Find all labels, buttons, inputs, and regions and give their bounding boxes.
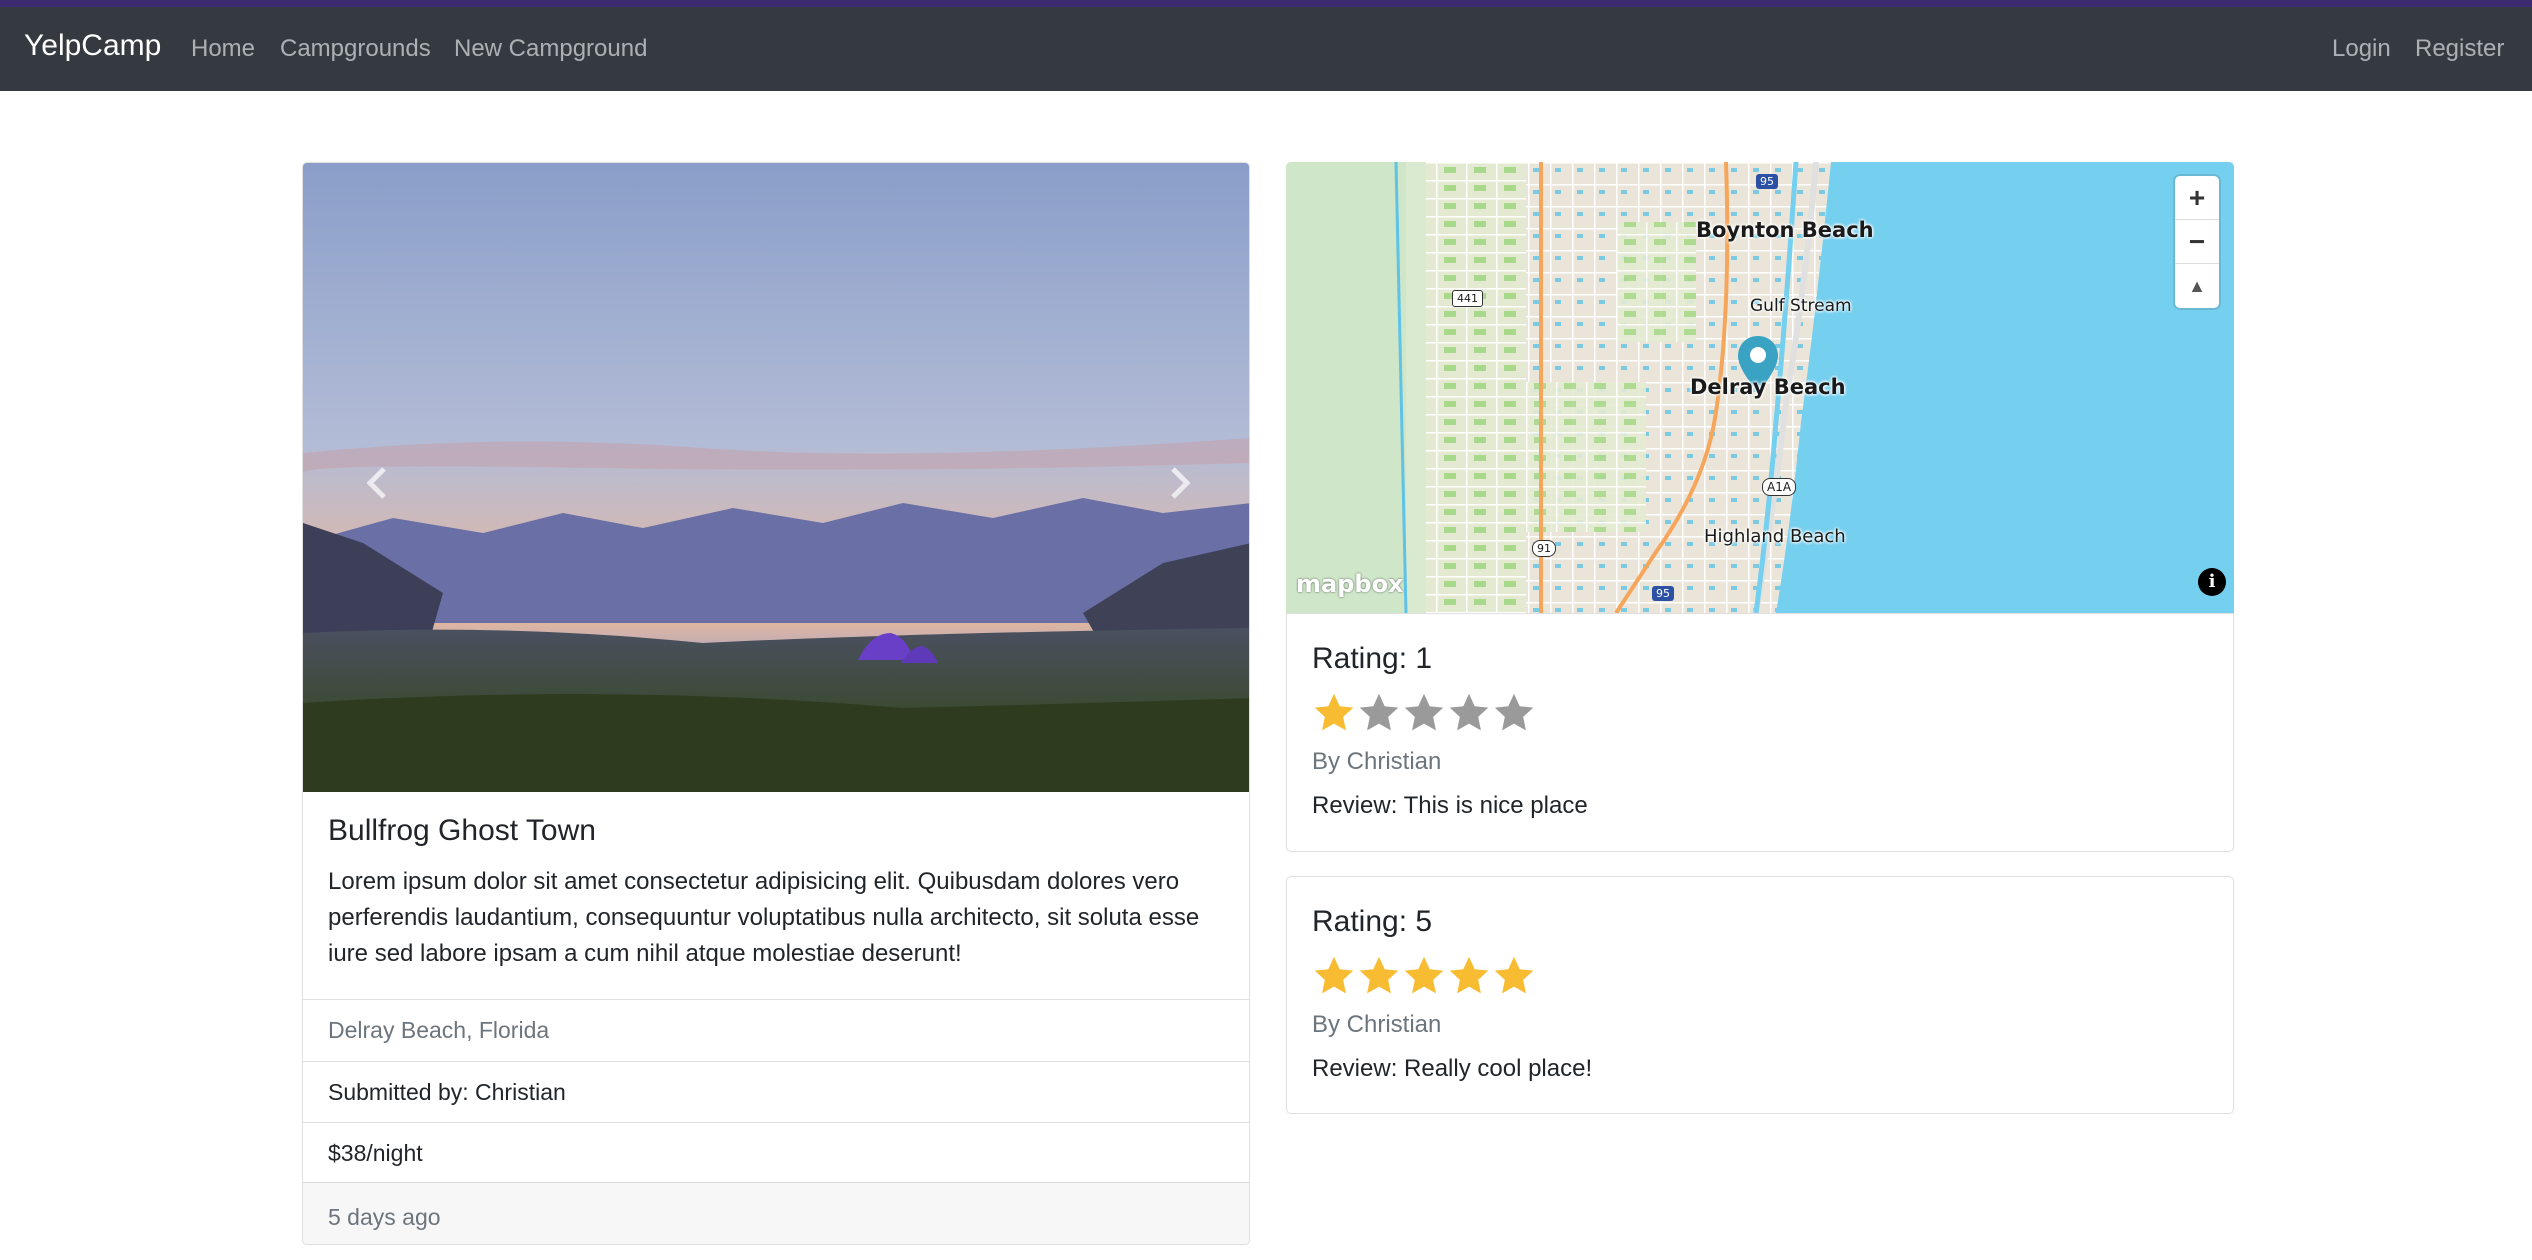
review-text: Review: This is nice place (1312, 792, 1588, 819)
map-label-highland-beach: Highland Beach (1704, 526, 1846, 547)
star-icon (1494, 956, 1534, 994)
carousel-next-button[interactable] (1149, 453, 1209, 513)
campground-card: Bullfrog Ghost Town Lorem ipsum dolor si… (302, 162, 1250, 1245)
nav-link-login[interactable]: Login (2332, 35, 2391, 63)
map-compass-button[interactable]: ▲ (2175, 264, 2219, 308)
review-card: Rating: 1 By Christian Review: This is n… (1286, 613, 2234, 852)
highway-shield-a1a: A1A (1762, 478, 1797, 496)
campground-submitted-by: Submitted by: Christian (303, 1061, 1249, 1122)
review-rating-title: Rating: 1 (1312, 642, 1433, 675)
star-icon (1314, 693, 1354, 731)
review-star-rating (1312, 690, 1537, 738)
top-accent-stripe (0, 0, 2532, 7)
review-author: By Christian (1312, 1011, 1442, 1038)
campground-title: Bullfrog Ghost Town (328, 814, 596, 847)
map-label-boynton-beach: Boynton Beach (1696, 218, 1874, 242)
star-icon (1449, 956, 1489, 994)
campground-location: Delray Beach, Florida (303, 999, 1249, 1061)
star-icon (1359, 693, 1399, 731)
chevron-left-icon (366, 467, 386, 499)
star-icon (1314, 956, 1354, 994)
location-map[interactable]: Boynton Beach Gulf Stream Delray Beach H… (1286, 162, 2234, 613)
campground-photo (303, 163, 1249, 792)
star-icon (1494, 693, 1534, 731)
star-icon (1359, 956, 1399, 994)
highway-shield-95-south: 95 (1652, 586, 1674, 601)
review-author: By Christian (1312, 748, 1442, 775)
campground-description: Lorem ipsum dolor sit amet consectetur a… (328, 868, 1200, 967)
map-attribution-info-icon[interactable]: i (2198, 568, 2226, 596)
star-icon (1449, 693, 1489, 731)
campground-price: $38/night (303, 1122, 1249, 1182)
star-icon (1404, 693, 1444, 731)
highway-shield-95-north: 95 (1756, 174, 1778, 189)
nav-link-home[interactable]: Home (191, 35, 255, 63)
star-icon (1404, 956, 1444, 994)
map-label-gulf-stream: Gulf Stream (1750, 296, 1852, 316)
map-navigation-controls: + − ▲ (2175, 176, 2219, 308)
review-text: Review: Really cool place! (1312, 1055, 1593, 1082)
nav-link-campgrounds[interactable]: Campgrounds (280, 35, 431, 63)
map-zoom-out-button[interactable]: − (2175, 220, 2219, 264)
map-label-delray-beach: Delray Beach (1690, 375, 1846, 399)
image-carousel (303, 163, 1249, 792)
review-star-rating (1312, 953, 1537, 1001)
highway-shield-91: 91 (1532, 540, 1556, 557)
highway-shield-441: 441 (1452, 290, 1483, 307)
review-rating-title: Rating: 5 (1312, 905, 1433, 938)
navbar: YelpCamp Home Campgrounds New Campground… (0, 7, 2532, 91)
map-zoom-in-button[interactable]: + (2175, 176, 2219, 220)
brand-logo[interactable]: YelpCamp (24, 29, 161, 63)
carousel-prev-button[interactable] (348, 453, 408, 513)
nav-link-register[interactable]: Register (2415, 35, 2504, 63)
review-card: Rating: 5 By Christian Review: Really co… (1286, 876, 2234, 1114)
chevron-right-icon (1171, 467, 1191, 499)
nav-link-new-campground[interactable]: New Campground (454, 35, 647, 63)
mapbox-logo: mapbox (1296, 570, 1404, 598)
campground-posted-time: 5 days ago (303, 1182, 1249, 1244)
